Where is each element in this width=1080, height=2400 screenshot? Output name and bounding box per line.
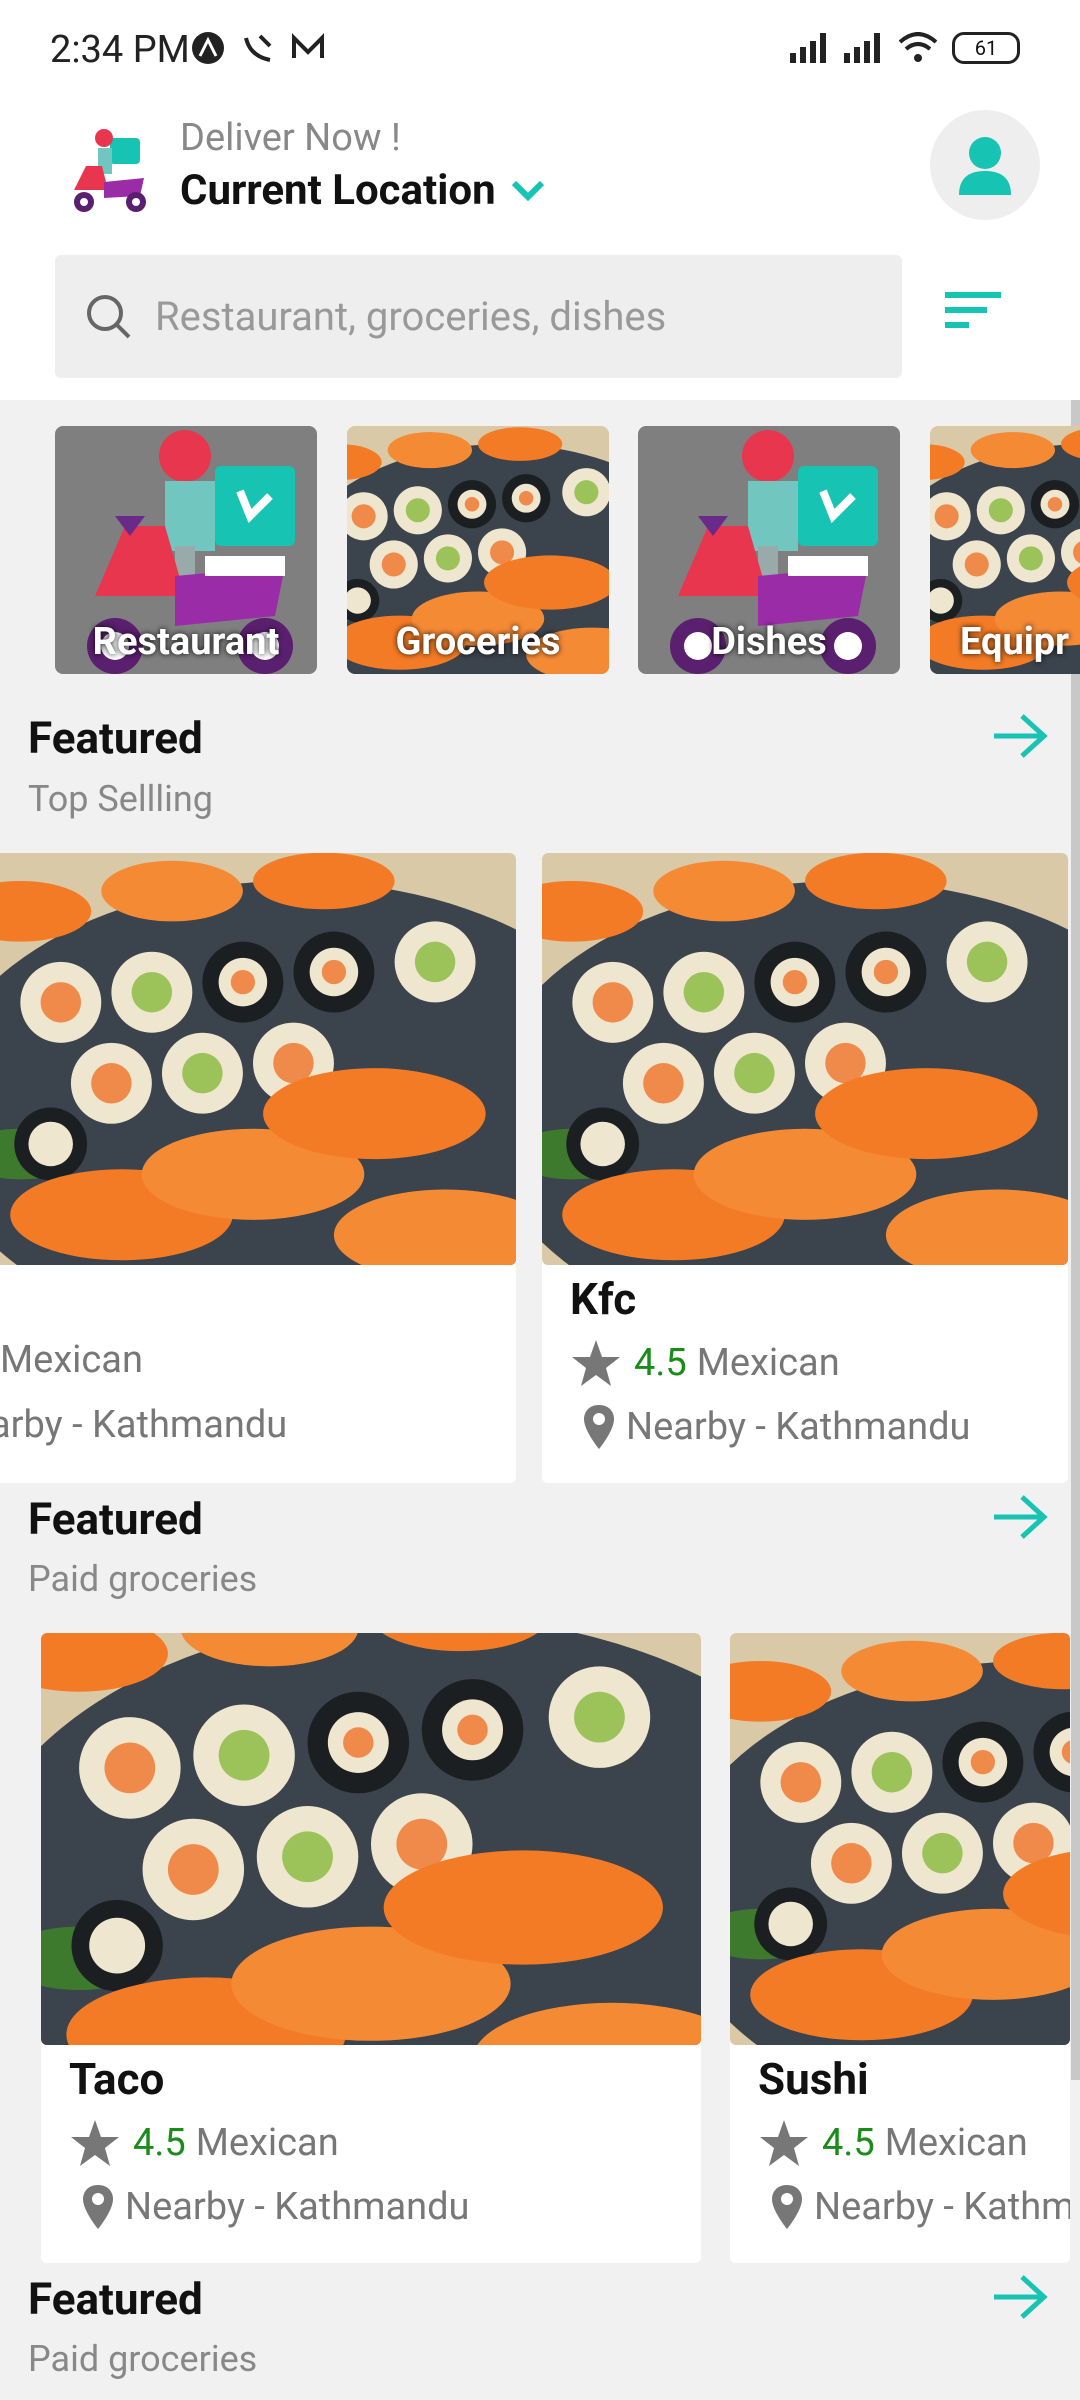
location-text: Nearby - Kathm: [814, 2185, 1070, 2229]
signal-icon: [844, 33, 880, 63]
location-pin-icon: [83, 2185, 113, 2229]
category-label: Dishes: [711, 620, 827, 664]
category-label: Groceries: [395, 620, 561, 664]
phone-notification-icon: [244, 34, 272, 62]
food-image: [542, 853, 1068, 1265]
app-notification-icon: [192, 32, 224, 64]
section-subtitle: Top Sellling: [28, 778, 213, 820]
status-notification-icons: [190, 30, 326, 66]
section-title: Featured: [28, 2273, 203, 2325]
location-row: Nearby - Kathmandu: [81, 2183, 470, 2231]
location-text: Nearby - Kathmandu: [626, 1405, 971, 1449]
location-pin-icon: [584, 1405, 614, 1449]
section-title: Featured: [28, 712, 203, 764]
profile-button[interactable]: [930, 110, 1040, 220]
restaurant-card[interactable]: Sushi 4.5 Mexican Nearby - Kathm: [730, 1633, 1070, 2263]
mail-notification-icon: [292, 33, 324, 58]
category-restaurant[interactable]: Restaurant: [55, 426, 317, 674]
rating-value: 4.5: [133, 2121, 186, 2165]
category-carousel[interactable]: Restaurant Groceries Dishes Equipr: [0, 426, 1080, 674]
restaurant-card[interactable]: Mexican arby - Kathmandu: [0, 853, 516, 1483]
status-system-icons: 61: [790, 32, 1020, 64]
wifi-icon: [898, 32, 938, 62]
rating-value: 4.5: [634, 1341, 687, 1385]
food-image: [730, 1633, 1070, 2045]
app-header: Deliver Now ! Current Location: [0, 100, 1080, 400]
filter-icon[interactable]: [945, 290, 1001, 330]
battery-icon: 61: [952, 32, 1020, 64]
star-icon: [572, 1340, 620, 1386]
star-icon: [71, 2120, 119, 2166]
arrow-right-icon[interactable]: [992, 712, 1048, 760]
location-row: arby - Kathmandu: [0, 1403, 287, 1447]
location-row: Nearby - Kathmandu: [582, 1403, 971, 1451]
restaurant-name: Sushi: [758, 2053, 869, 2105]
location-row: Nearby - Kathm: [770, 2183, 1070, 2231]
delivery-logo-icon: [74, 129, 146, 212]
location-selector[interactable]: Current Location: [180, 166, 546, 215]
star-icon: [760, 2120, 808, 2166]
arrow-right-icon[interactable]: [992, 2273, 1048, 2321]
location-label: Current Location: [180, 166, 496, 215]
rating-row: Mexican: [0, 1338, 143, 1382]
cuisine-label: Mexican: [884, 2121, 1028, 2165]
chevron-down-icon: [511, 180, 544, 201]
cuisine-label: Mexican: [696, 1341, 840, 1385]
restaurant-card[interactable]: Kfc 4.5 Mexican Nearby - Kathmandu: [542, 853, 1068, 1483]
signal-icon: [790, 33, 826, 63]
location-text: arby - Kathmandu: [0, 1403, 288, 1447]
category-label: Equipr: [960, 620, 1070, 664]
cuisine-label: Mexican: [0, 1338, 143, 1382]
section-subtitle: Paid groceries: [28, 2338, 258, 2380]
category-equipment[interactable]: Equipr: [930, 426, 1080, 674]
section-title: Featured: [28, 1493, 203, 1545]
arrow-right-icon[interactable]: [992, 1493, 1048, 1541]
section-subtitle: Paid groceries: [28, 1558, 258, 1600]
search-icon: [87, 294, 131, 338]
rating-row: 4.5 Mexican: [570, 1338, 840, 1388]
food-image: [41, 1633, 701, 2045]
search-input[interactable]: [153, 292, 857, 341]
restaurant-name: Taco: [69, 2053, 165, 2105]
rating-row: 4.5 Mexican: [758, 2118, 1028, 2168]
location-text: Nearby - Kathmandu: [125, 2185, 470, 2229]
status-time: 2:34 PM: [50, 28, 190, 72]
cuisine-label: Mexican: [195, 2121, 339, 2165]
category-dishes[interactable]: Dishes: [638, 426, 900, 674]
category-label: Restaurant: [92, 620, 280, 664]
user-icon: [959, 137, 1011, 195]
battery-level: 61: [974, 36, 998, 60]
search-bar[interactable]: [55, 255, 902, 378]
restaurant-name: Kfc: [570, 1273, 637, 1325]
status-bar: 2:34 PM 61: [0, 0, 1080, 100]
rating-row: 4.5 Mexican: [69, 2118, 339, 2168]
rating-value: 4.5: [822, 2121, 875, 2165]
food-image: [0, 853, 516, 1265]
category-groceries[interactable]: Groceries: [347, 426, 609, 674]
deliver-now-label: Deliver Now !: [180, 116, 401, 160]
restaurant-card[interactable]: Taco 4.5 Mexican Nearby - Kathmandu: [41, 1633, 701, 2263]
location-pin-icon: [772, 2185, 802, 2229]
